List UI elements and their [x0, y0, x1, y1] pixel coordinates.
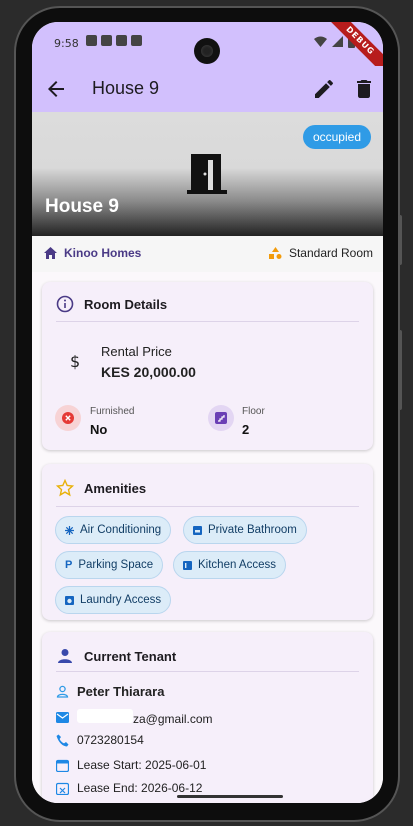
bathtub-icon — [193, 525, 202, 535]
amenity-label: Private Bathroom — [208, 524, 297, 536]
occupancy-status-badge: occupied — [302, 125, 371, 149]
stairs-icon — [208, 405, 234, 431]
status-bar: 9:58 DEBUG — [32, 22, 383, 78]
home-icon — [44, 247, 57, 259]
tenant-phone: 0723280154 — [77, 733, 144, 747]
notification-icon — [101, 35, 112, 46]
edit-icon[interactable] — [312, 77, 336, 101]
close-icon — [55, 405, 81, 431]
notification-icon — [131, 35, 142, 46]
washing-machine-icon — [65, 595, 74, 605]
owner-name: Kinoo Homes — [64, 246, 142, 260]
star-icon — [56, 479, 74, 497]
amenities-card: Amenities Air Conditioning Private Bathr… — [42, 464, 373, 620]
lease-start: Lease Start: 2025-06-01 — [77, 758, 207, 772]
divider — [56, 321, 359, 322]
amenity-label: Laundry Access — [80, 594, 162, 606]
snowflake-icon — [65, 525, 74, 535]
person-outline-icon — [56, 685, 69, 698]
door-icon — [187, 154, 227, 194]
tenant-name-row: Peter Thiarara — [56, 684, 164, 699]
home-indicator[interactable] — [177, 795, 283, 798]
card-title: Current Tenant — [84, 648, 177, 664]
dollar-icon: $ — [70, 352, 81, 371]
tenant-email-visible: za@gmail.com — [133, 712, 213, 726]
page-title: House 9 — [92, 78, 160, 98]
app-screen: 9:58 DEBUG House 9 occupied House 9 Kino… — [32, 22, 383, 803]
app-bar: House 9 — [32, 66, 383, 112]
front-camera — [194, 38, 220, 64]
phone-icon — [56, 734, 69, 746]
card-header: Room Details — [56, 295, 167, 313]
amenity-label: Parking Space — [78, 559, 154, 571]
status-time: 9:58 — [54, 37, 79, 50]
room-type: Standard Room — [268, 246, 373, 260]
tenant-phone-row[interactable]: 0723280154 — [56, 733, 144, 747]
info-icon — [56, 295, 74, 313]
current-tenant-card: Current Tenant Peter Thiarara za@gmail.c… — [42, 632, 373, 803]
amenity-chip-laundry-access[interactable]: Laundry Access — [55, 586, 172, 614]
amenity-label: Air Conditioning — [80, 524, 162, 536]
price-label: Rental Price — [101, 344, 172, 359]
delete-icon[interactable] — [352, 77, 376, 101]
room-content: Room Details $ Rental Price KES 20,000.0… — [32, 272, 383, 803]
amenity-chip-air-conditioning[interactable]: Air Conditioning — [55, 516, 172, 544]
tenant-email: za@gmail.com — [77, 709, 213, 726]
card-header: Amenities — [56, 479, 146, 497]
calendar-cancel-icon — [56, 782, 69, 795]
amenity-chip-private-bathroom[interactable]: Private Bathroom — [183, 516, 307, 544]
power-button — [398, 330, 402, 410]
lease-end: Lease End: 2026-06-12 — [77, 781, 203, 795]
room-type-label: Standard Room — [288, 246, 373, 260]
notification-icon — [116, 35, 127, 46]
redacted-email-prefix — [77, 709, 133, 723]
calendar-icon — [56, 759, 69, 772]
tenant-name: Peter Thiarara — [77, 684, 165, 699]
notification-icons — [86, 35, 142, 46]
parking-icon: P — [65, 559, 73, 571]
lease-start-row: Lease Start: 2025-06-01 — [56, 758, 206, 772]
person-icon — [58, 649, 72, 663]
amenity-chip-parking-space[interactable]: P Parking Space — [55, 551, 164, 579]
divider — [56, 671, 359, 672]
furnished-value: No — [90, 422, 108, 437]
category-icon — [268, 247, 282, 259]
price-value: KES 20,000.00 — [101, 364, 196, 380]
floor-label: Floor — [242, 406, 265, 417]
wifi-icon — [314, 36, 327, 47]
amenity-chip-kitchen-access[interactable]: Kitchen Access — [173, 551, 286, 579]
divider — [56, 506, 359, 507]
card-header: Current Tenant — [56, 647, 176, 665]
lease-end-row: Lease End: 2026-06-12 — [56, 781, 202, 795]
email-icon — [56, 712, 69, 723]
room-hero-banner: occupied House 9 — [32, 112, 383, 236]
card-title: Room Details — [84, 296, 168, 312]
property-owner[interactable]: Kinoo Homes — [44, 246, 141, 260]
signal-icon — [332, 36, 343, 47]
volume-button — [398, 215, 402, 265]
room-name: House 9 — [45, 196, 119, 217]
amenity-label: Kitchen Access — [198, 559, 276, 571]
kitchen-icon — [183, 560, 192, 570]
tenant-email-row[interactable]: za@gmail.com — [56, 709, 213, 726]
furnished-label: Furnished — [90, 406, 135, 417]
property-info-strip: Kinoo Homes Standard Room — [32, 236, 383, 272]
card-title: Amenities — [84, 480, 147, 496]
notification-icon — [86, 35, 97, 46]
back-arrow-icon[interactable] — [44, 77, 68, 101]
room-details-card: Room Details $ Rental Price KES 20,000.0… — [42, 282, 373, 450]
floor-value: 2 — [242, 422, 250, 437]
